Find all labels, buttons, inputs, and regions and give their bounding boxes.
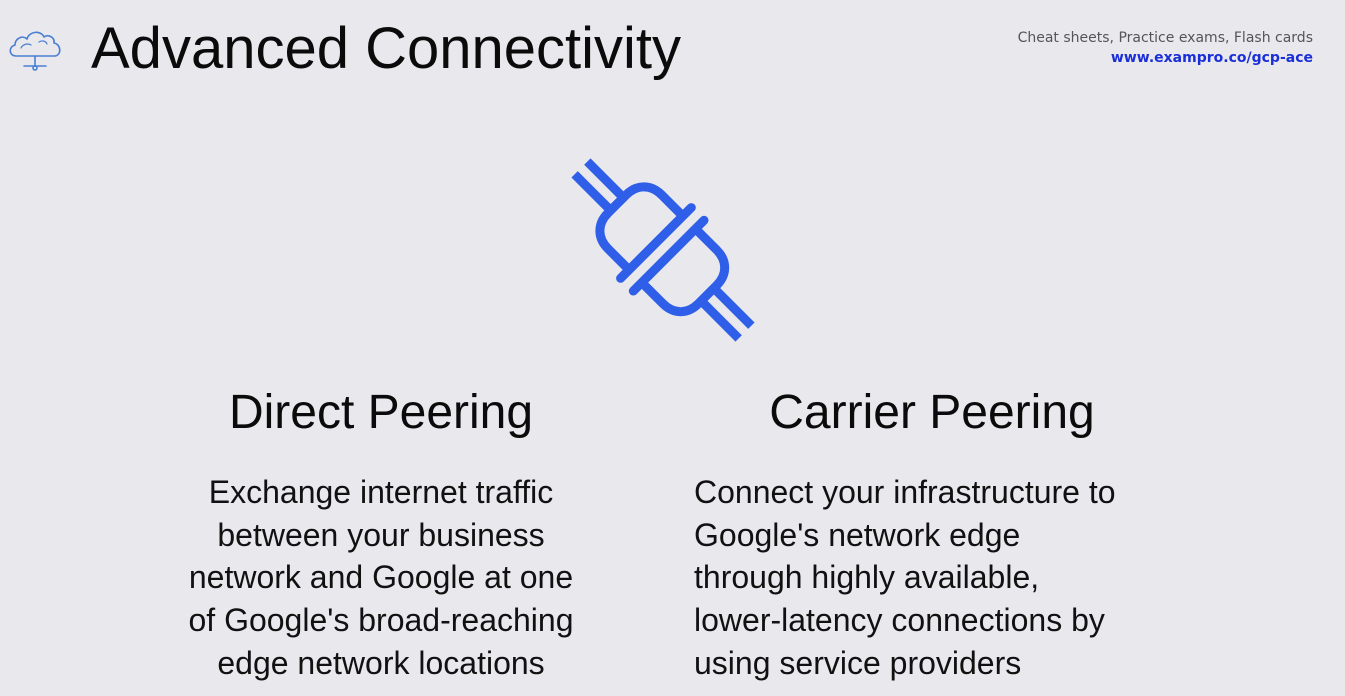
direct-peering-heading: Direct Peering bbox=[228, 386, 534, 439]
cloud-network-icon bbox=[9, 31, 61, 71]
direct-peering-column: Direct Peering Exchange internet traffic… bbox=[140, 383, 622, 685]
plug-connector-icon bbox=[571, 158, 755, 342]
carrier-peering-column: Carrier Peering Connect your infrastruct… bbox=[694, 383, 1174, 685]
direct-peering-description: Exchange internet traffic between your b… bbox=[188, 474, 574, 681]
promo-tagline: Cheat sheets, Practice exams, Flash card… bbox=[1017, 30, 1313, 46]
carrier-peering-heading: Carrier Peering bbox=[769, 386, 1095, 439]
slide-title: Advanced Connectivity bbox=[91, 16, 681, 81]
promo-link[interactable]: www.exampro.co/gcp-ace bbox=[1018, 48, 1313, 68]
promo-block: Cheat sheets, Practice exams, Flash card… bbox=[1018, 28, 1313, 68]
carrier-peering-description: Connect your infrastructure to Google's … bbox=[694, 474, 1116, 681]
